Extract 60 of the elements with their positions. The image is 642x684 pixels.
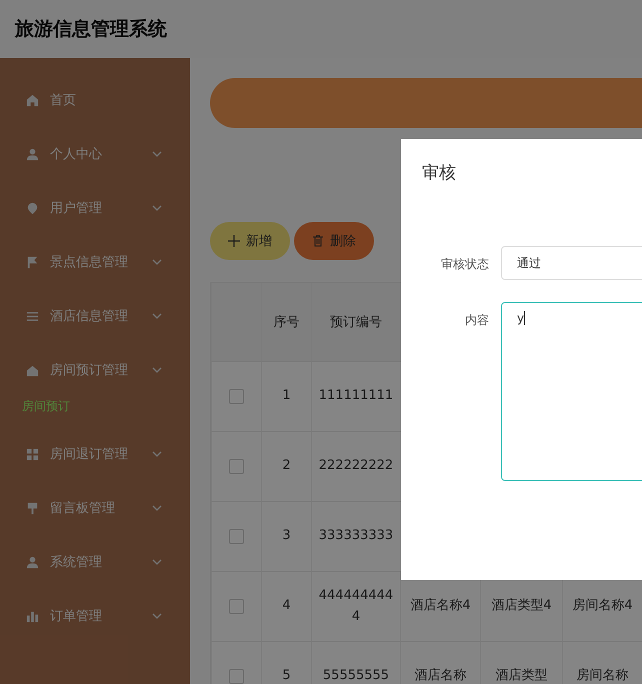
field-label: 审核状态 (440, 256, 489, 273)
table-cell-text: 房间名称 (576, 667, 628, 684)
sidebar-item[interactable]: 景点信息管理 (0, 235, 190, 289)
person-icon (26, 556, 39, 568)
sidebar-item[interactable]: 酒店信息管理 (0, 289, 190, 343)
column-header: 序号 (261, 283, 311, 361)
sidebar-item[interactable]: 首页 (0, 73, 190, 127)
chevron-down-icon (152, 451, 162, 457)
table-cell-text: 酒店名称4 (410, 597, 471, 616)
person-icon (26, 148, 39, 160)
house-icon (26, 364, 39, 376)
sidebar-item[interactable]: 订单管理 (0, 589, 190, 643)
status-select[interactable]: 通过 (501, 246, 642, 280)
table-cell-text: 房间名称4 (572, 597, 633, 616)
chevron-down-icon (152, 505, 162, 511)
sidebar-item[interactable]: 房间退订管理 (0, 427, 190, 481)
table-cell-text: 酒店类型4 (491, 597, 552, 616)
row-checkbox[interactable] (229, 389, 244, 404)
sidebar-item[interactable]: 留言板管理 (0, 481, 190, 535)
plus-icon (228, 235, 240, 247)
table-cell-text: 3 (282, 527, 291, 546)
table-cell-text: 5 (282, 667, 291, 684)
add-button[interactable]: 新增 (210, 222, 290, 260)
delete-button[interactable]: 删除 (294, 222, 374, 260)
table-cell-text: 酒店类型 (496, 667, 548, 684)
sidebar-item[interactable]: 系统管理 (0, 535, 190, 589)
table-cell-text: 55555555 (322, 667, 390, 684)
sidebar-item[interactable]: 个人中心 (0, 127, 190, 181)
trash-icon (312, 235, 324, 247)
content-textarea[interactable]: y (501, 302, 642, 481)
table-cell-text: 2 (282, 457, 291, 476)
chevron-down-icon (152, 613, 162, 619)
row-checkbox[interactable] (229, 459, 244, 474)
table-cell-text: 4444444444 (318, 586, 394, 626)
sidebar-item[interactable]: 用户管理 (0, 181, 190, 235)
home-icon (26, 94, 39, 106)
app-title: 旅游信息管理系统 (15, 17, 167, 42)
chevron-down-icon (152, 313, 162, 319)
grid-icon (26, 448, 39, 460)
chart-icon (26, 610, 39, 622)
dialog-title: 审核 (421, 162, 457, 185)
row-checkbox[interactable] (229, 599, 244, 614)
field-label: 内容 (464, 312, 489, 329)
table-cell-text: 4 (282, 597, 291, 616)
chevron-down-icon (152, 367, 162, 373)
board-icon (26, 502, 39, 514)
table-cell-text: 酒店名称 (414, 667, 466, 684)
flag-icon (26, 256, 39, 268)
table-cell-text: 1 (282, 387, 291, 406)
column-header: 预订编号 (311, 283, 400, 361)
row-checkbox[interactable] (229, 669, 244, 684)
pin-icon (26, 202, 39, 214)
table-cell-text: 333333333 (318, 527, 394, 546)
chevron-down-icon (152, 559, 162, 565)
chevron-down-icon (152, 151, 162, 157)
chevron-down-icon (152, 205, 162, 211)
row-checkbox[interactable] (229, 529, 244, 544)
chevron-down-icon (152, 259, 162, 265)
table-cell-text: 111111111 (318, 387, 394, 406)
table-cell-text: 222222222 (318, 457, 394, 476)
